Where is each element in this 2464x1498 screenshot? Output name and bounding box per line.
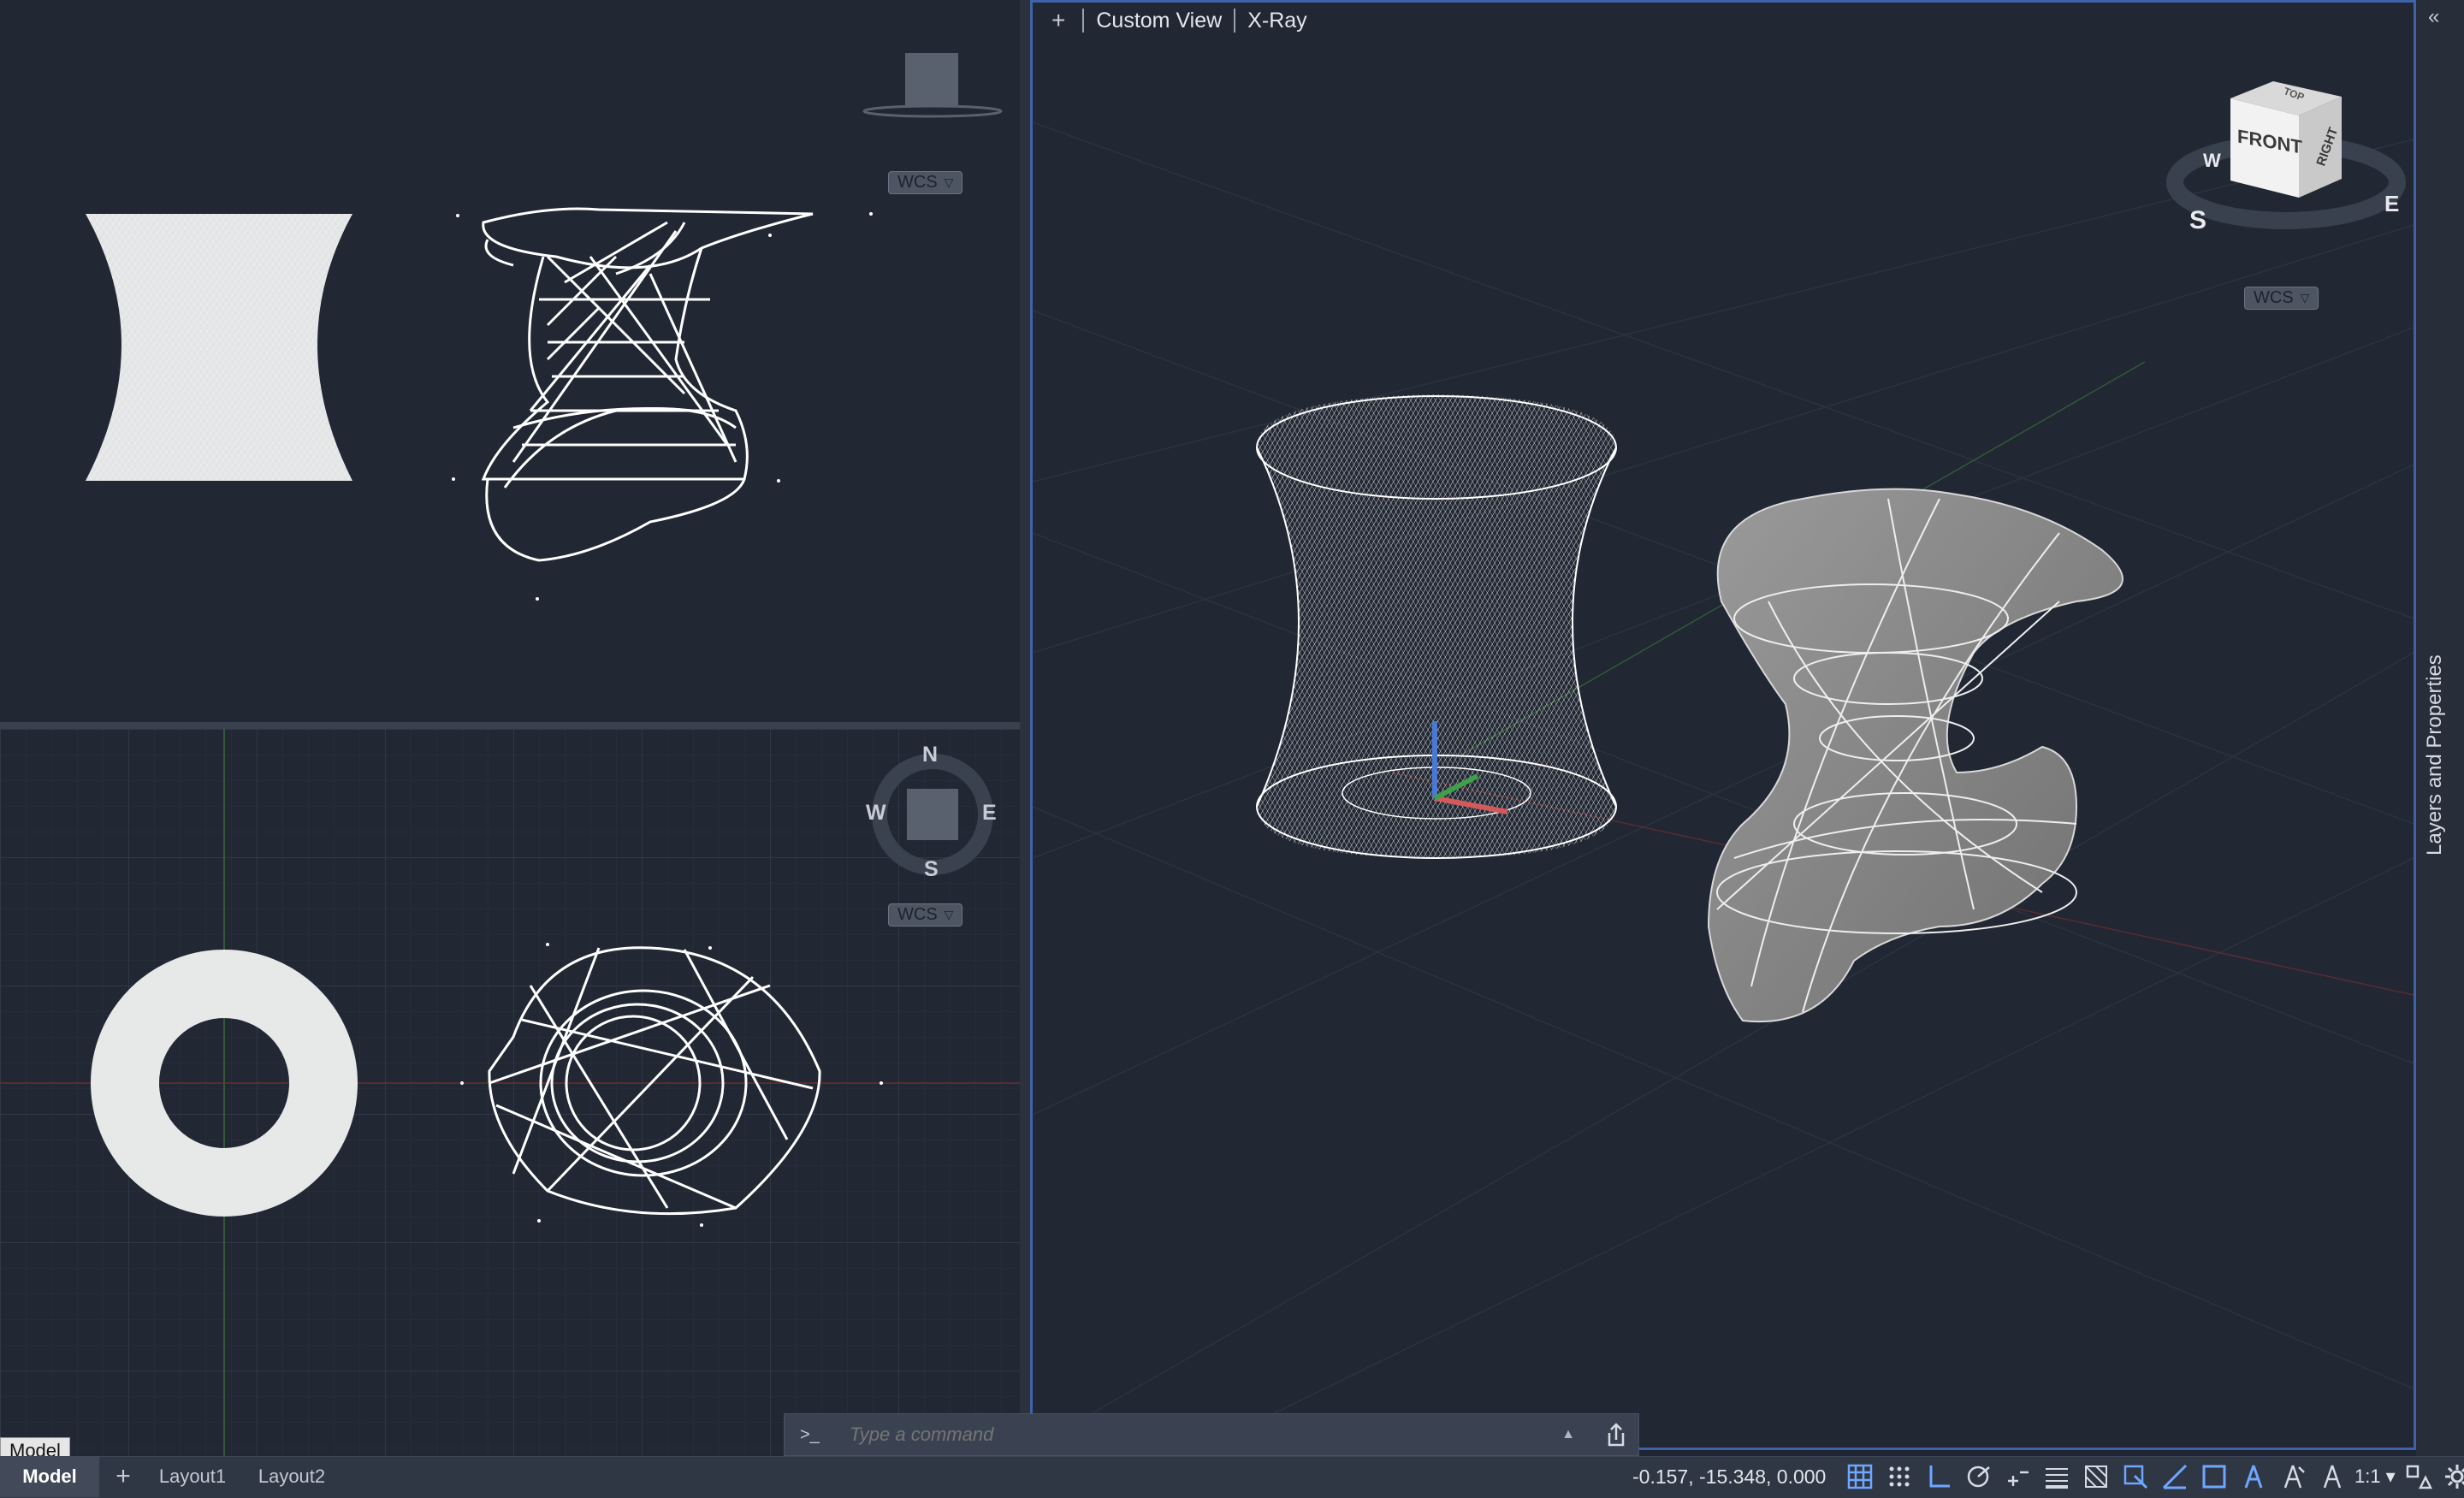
viewcube-compass-east[interactable]: E [2384, 191, 2399, 217]
compass-south[interactable]: S [924, 857, 939, 882]
front-viewcube-face [905, 53, 958, 106]
grid-icon[interactable] [1843, 1460, 1877, 1494]
dynamic-ucs-icon[interactable] [2158, 1460, 2192, 1494]
perspective-viewport[interactable]: + Custom View X-Ray FRONT RIGHT TOP S E … [1030, 0, 2416, 1450]
visual-style-control[interactable]: X-Ray [1247, 9, 1306, 33]
ortho-icon[interactable] [1922, 1460, 1956, 1494]
compass-east[interactable]: E [982, 801, 997, 826]
polar-tracking-icon[interactable] [1961, 1460, 1995, 1494]
selection-cycling-icon[interactable] [2118, 1460, 2153, 1494]
vertical-splitter[interactable] [1020, 0, 1030, 1456]
command-input[interactable] [848, 1423, 1562, 1447]
add-layout-button[interactable]: + [106, 1456, 140, 1497]
wcs-label: WCS [897, 173, 938, 192]
transparency-icon[interactable] [2079, 1460, 2113, 1494]
gear-icon[interactable] [2440, 1460, 2464, 1494]
annotation-scale-icon[interactable] [2315, 1460, 2349, 1494]
freeform-surface-3d [1707, 488, 2123, 1023]
lineweight-icon[interactable] [2040, 1460, 2074, 1494]
wcs-label: WCS [897, 905, 938, 924]
layers-properties-label[interactable]: Layers and Properties [2423, 654, 2447, 856]
horizontal-splitter[interactable] [0, 722, 1020, 729]
freeform-surface-front-wireframe [481, 207, 814, 562]
chevron-down-icon: ▽ [2300, 291, 2310, 305]
snap-icon[interactable] [1882, 1460, 1916, 1494]
annotation-visibility-icon[interactable] [2236, 1460, 2271, 1494]
share-icon[interactable] [1599, 1418, 1633, 1452]
command-line[interactable]: >_ ▲ [784, 1413, 1639, 1456]
annotation-scale-value[interactable]: 1:1 [2354, 1465, 2381, 1488]
wcs-dropdown-top[interactable]: WCS ▽ [888, 903, 963, 927]
wcs-dropdown-perspective[interactable]: WCS ▽ [2244, 287, 2319, 310]
top-viewcube-face [907, 789, 958, 840]
tab-model[interactable]: Model [0, 1456, 99, 1497]
top-viewport-drawing [0, 729, 1020, 1456]
viewcube-compass-south[interactable]: S [2189, 206, 2206, 235]
command-prompt-icon[interactable]: >_ [800, 1425, 848, 1445]
workspace-switch-icon[interactable] [2401, 1460, 2435, 1494]
front-viewport[interactable]: WCS ▽ [0, 0, 1020, 722]
compass-west[interactable]: W [866, 801, 886, 826]
chevron-down-icon[interactable]: ▾ [2386, 1465, 2396, 1488]
separator [1082, 9, 1085, 33]
front-viewport-drawing [86, 53, 1003, 601]
coordinates-readout[interactable]: -0.157, -15.348, 0.000 [1632, 1456, 1826, 1497]
object-snap-icon[interactable] [2197, 1460, 2231, 1494]
compass-north[interactable]: N [922, 743, 938, 767]
chevron-down-icon: ▽ [944, 908, 954, 921]
status-toolbar: 1:1 ▾ [1843, 1456, 2464, 1497]
view-control[interactable]: Custom View [1096, 9, 1222, 33]
wcs-dropdown-front[interactable]: WCS ▽ [888, 171, 963, 194]
top-viewport[interactable]: N S E W WCS ▽ [0, 729, 1020, 1456]
wcs-label: WCS [2254, 288, 2294, 307]
viewport-label-controls: + Custom View X-Ray [1051, 4, 1307, 37]
layers-properties-panel[interactable]: « Layers and Properties [2416, 0, 2464, 1456]
command-history-up-icon[interactable]: ▲ [1561, 1427, 1575, 1442]
isodraft-icon[interactable] [2000, 1460, 2035, 1494]
chevron-down-icon: ▽ [944, 175, 954, 189]
separator [1234, 9, 1236, 33]
viewport-menu-button[interactable]: + [1051, 7, 1065, 34]
collapse-icon[interactable]: « [2428, 5, 2439, 29]
viewcube-compass-west[interactable]: W [2203, 150, 2221, 172]
auto-scale-icon[interactable] [2276, 1460, 2310, 1494]
tab-layout1[interactable]: Layout1 [145, 1456, 240, 1497]
tab-layout2[interactable]: Layout2 [245, 1456, 339, 1497]
